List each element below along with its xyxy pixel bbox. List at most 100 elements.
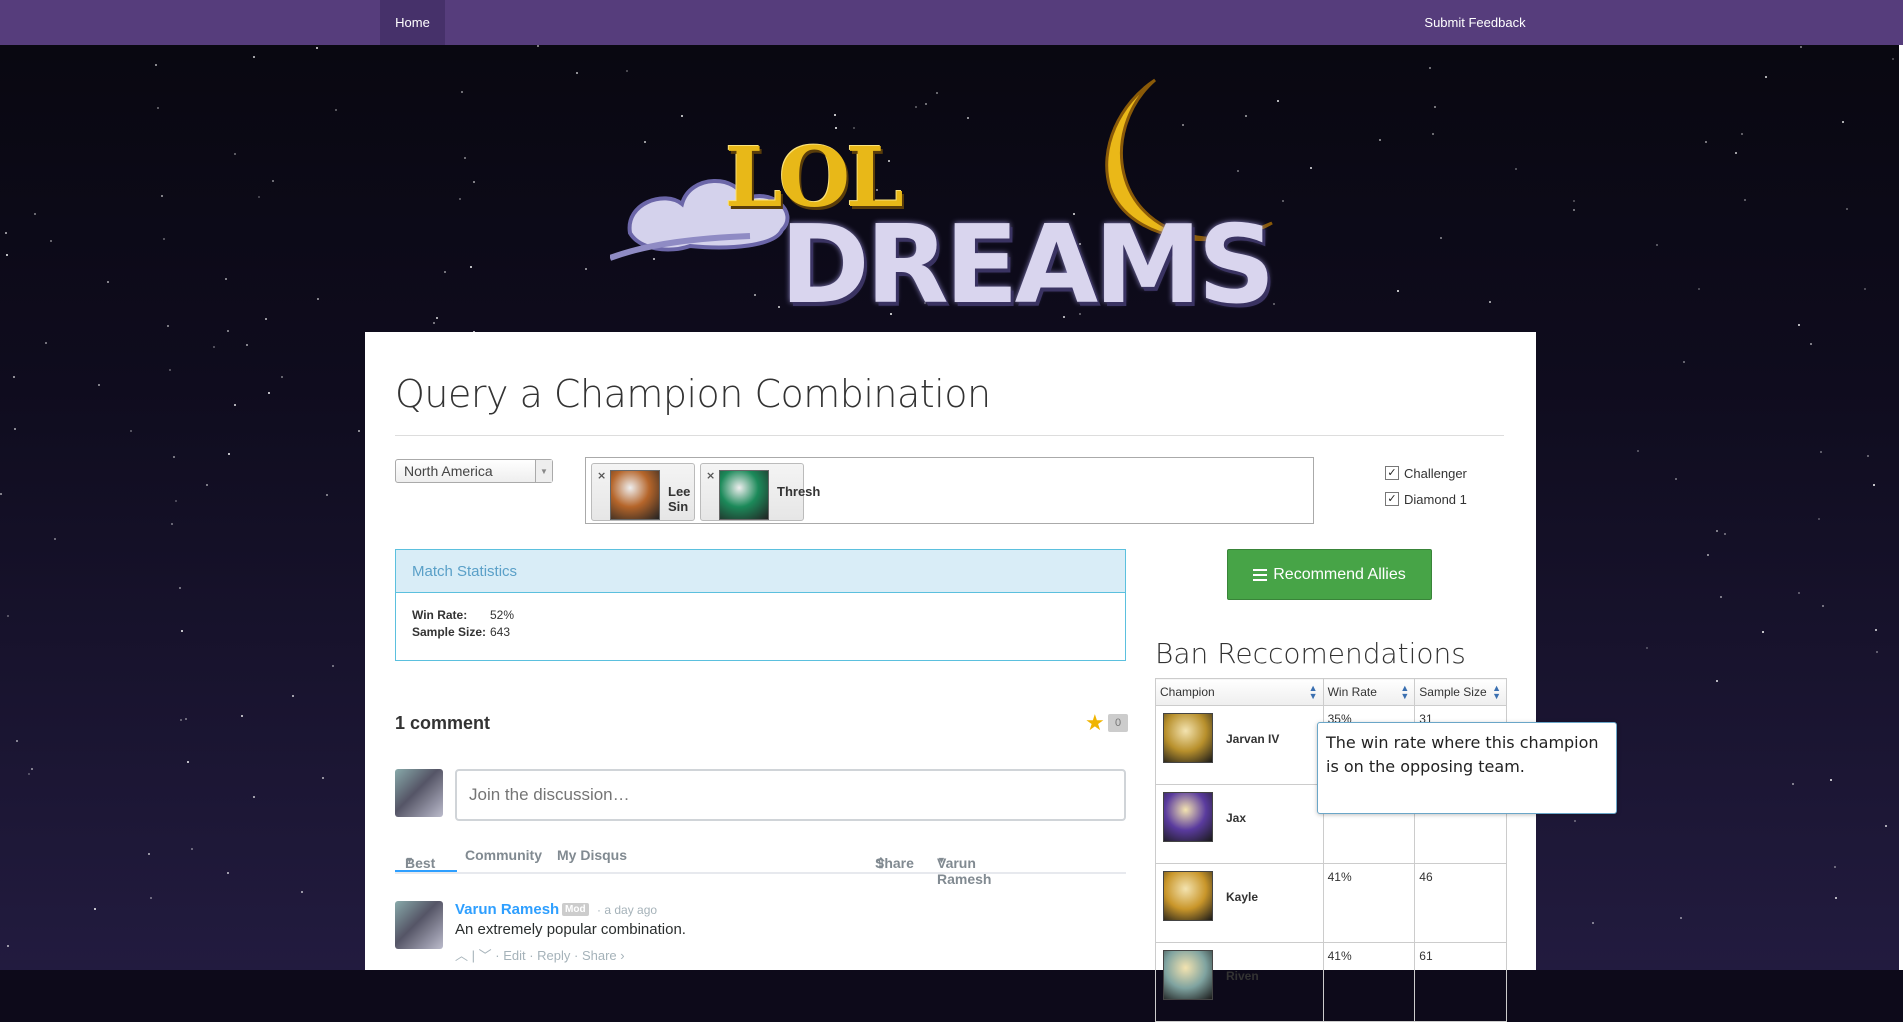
star-dot [1765, 76, 1767, 78]
sample-size-cell: 61 [1414, 942, 1507, 1022]
champion-cell: Jax [1155, 784, 1324, 864]
star-dot [180, 719, 182, 721]
star-dot [1798, 592, 1800, 594]
star-dot [1834, 866, 1836, 868]
comment-action-links[interactable]: Edit · Reply · Share › [503, 948, 624, 963]
table-row: Riven 41% 61 [1155, 942, 1507, 1022]
star-dot [1432, 133, 1434, 135]
champion-chip-thresh: × Thresh [700, 463, 820, 521]
tier-option-diamond-1[interactable]: ✓ Diamond 1 [1385, 486, 1467, 512]
active-tab-underline [395, 870, 457, 872]
nav-home-link[interactable]: Home [380, 0, 445, 45]
column-header-champion[interactable]: Champion ▲ ▼ [1155, 678, 1324, 706]
star-dot [1876, 651, 1878, 653]
tier-option-challenger[interactable]: ✓ Challenger [1385, 460, 1467, 486]
comment-author[interactable]: Varun Ramesh [455, 901, 559, 918]
sample-size-value: 643 [490, 625, 511, 639]
comment-timestamp[interactable]: · a day ago [597, 903, 657, 917]
column-header-label: Champion [1160, 685, 1215, 699]
star-dot [185, 718, 187, 720]
nav-submit-feedback-link[interactable]: Submit Feedback [1400, 0, 1550, 45]
champion-name: Jax [1226, 811, 1247, 825]
star-dot [28, 773, 30, 775]
join-discussion-input[interactable] [455, 769, 1126, 821]
star-dot [1698, 288, 1700, 290]
title-divider [395, 435, 1504, 436]
recommend-allies-label: Recommend Allies [1273, 565, 1406, 583]
star-dot [436, 317, 438, 319]
star-dot [1675, 478, 1677, 480]
tier-filter: ✓ Challenger ✓ Diamond 1 [1385, 460, 1467, 512]
comments-nav: Best ▼ Community My Disqus Share ⇪ Varun… [395, 839, 1126, 887]
remove-chip-icon[interactable]: × [597, 469, 606, 482]
star-dot [1705, 141, 1707, 143]
star-dot [461, 91, 463, 93]
star-dot [228, 453, 230, 455]
star-dot [7, 615, 9, 617]
star-dot [187, 761, 189, 763]
sort-icon: ▲ ▼ [1400, 683, 1410, 701]
star-dot [301, 891, 303, 893]
column-header-win-rate[interactable]: Win Rate ▲ ▼ [1322, 678, 1416, 706]
match-statistics-panel: Match Statistics Win Rate: 52% Sample Siz… [395, 549, 1126, 661]
star-dot [317, 298, 319, 300]
sample-size-label: Sample Size: [412, 625, 487, 639]
checkbox[interactable]: ✓ [1385, 492, 1399, 506]
star-dot [626, 70, 628, 72]
remove-chip-icon[interactable]: × [706, 469, 715, 482]
star-dot [358, 430, 360, 432]
star-dot [157, 107, 159, 109]
star-dot [225, 278, 227, 280]
star-dot [45, 342, 47, 344]
win-rate-label: Win Rate: [412, 608, 468, 622]
champion-portrait [719, 470, 769, 520]
champion-portrait [1163, 713, 1213, 763]
win-rate-value: 52% [490, 608, 515, 622]
share-icon: ⇪ [875, 855, 887, 871]
column-header-sample-size[interactable]: Sample Size ▲ ▼ [1414, 678, 1507, 706]
star-dot [34, 213, 36, 215]
comment-count: 1 comment [395, 713, 491, 733]
star-dot [1716, 530, 1718, 532]
star-dot [332, 665, 334, 667]
chevron-down-icon: ▼ [937, 855, 946, 865]
champion-portrait [1163, 792, 1213, 842]
star-dot [1707, 554, 1709, 556]
star-dot [1379, 139, 1381, 141]
star-dot [246, 344, 248, 346]
star-dot [1842, 121, 1844, 123]
star-dot [253, 56, 255, 58]
tab-community[interactable]: Community [465, 847, 542, 863]
star-dot [1680, 917, 1682, 919]
ban-recommendations-title: Ban Reccomendations [1155, 637, 1466, 670]
star-dot [326, 494, 328, 496]
star-dot [272, 180, 274, 182]
champion-cell: Jarvan IV [1155, 705, 1324, 785]
star-icon[interactable]: ★ [1085, 710, 1105, 736]
star-dot [585, 268, 587, 270]
avatar [395, 901, 443, 949]
region-select[interactable]: North America ▼ [395, 459, 553, 483]
recommend-allies-button[interactable]: Recommend Allies [1227, 549, 1432, 600]
tab-my-disqus[interactable]: My Disqus [557, 847, 627, 863]
star-dot [1867, 455, 1869, 457]
star-dot [213, 346, 215, 348]
star-dot [281, 376, 283, 378]
star-dot [292, 695, 294, 697]
scrollbar[interactable] [1899, 45, 1903, 970]
sample-size-cell: 46 [1414, 863, 1507, 943]
main-panel: Query a Champion Combination North Ameri… [365, 332, 1536, 1022]
downvote-icon[interactable]: ﹀ [479, 948, 492, 963]
star-dot [206, 484, 208, 486]
upvote-icon[interactable]: ︿ [455, 948, 468, 963]
champion-multiselect[interactable]: × Lee Sin × Thresh [585, 457, 1314, 524]
star-dot [1720, 596, 1722, 598]
win-rate-cell: 41% [1322, 942, 1416, 1022]
star-dot [268, 392, 270, 394]
checkbox[interactable]: ✓ [1385, 466, 1399, 480]
star-dot [265, 318, 267, 320]
list-icon [1253, 568, 1268, 581]
star-dot [241, 715, 243, 717]
star-dot [130, 430, 132, 432]
star-dot [1744, 199, 1746, 201]
